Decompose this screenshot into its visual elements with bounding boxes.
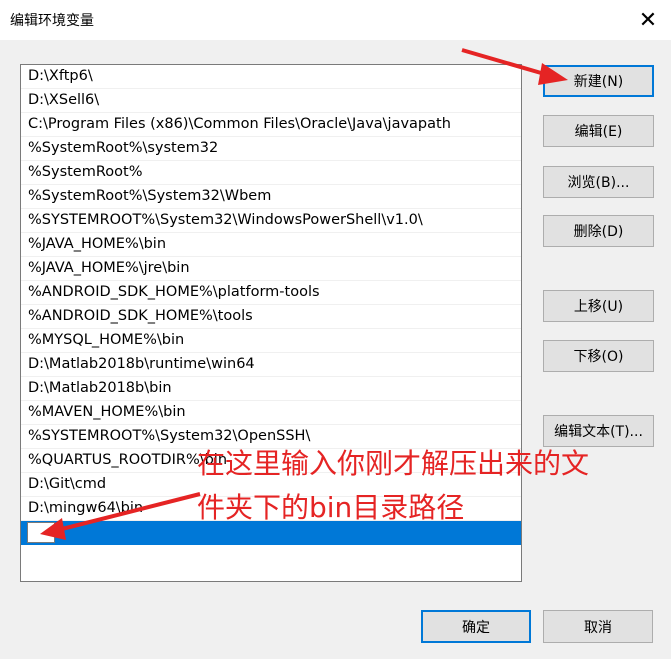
list-item-text: %SYSTEMROOT%\System32\WindowsPowerShell\… — [28, 212, 423, 228]
list-item-text: %SYSTEMROOT%\System32\OpenSSH\ — [28, 428, 311, 444]
list-item[interactable]: D:\Matlab2018b\bin — [21, 377, 521, 401]
list-item[interactable]: D:\Xftp6\ — [21, 65, 521, 89]
list-item-text: D:\Xftp6\ — [28, 68, 93, 84]
list-item[interactable]: D:\Matlab2018b\runtime\win64 — [21, 353, 521, 377]
list-item[interactable]: %JAVA_HOME%\bin — [21, 233, 521, 257]
list-item[interactable]: %JAVA_HOME%\jre\bin — [21, 257, 521, 281]
list-item[interactable]: %SystemRoot%\system32 — [21, 137, 521, 161]
list-item[interactable]: %SYSTEMROOT%\System32\WindowsPowerShell\… — [21, 209, 521, 233]
move-up-button[interactable]: 上移(U) — [543, 290, 654, 322]
list-item-text: D:\Matlab2018b\bin — [28, 380, 172, 396]
list-item-text: %MAVEN_HOME%\bin — [28, 404, 186, 420]
list-item-text: C:\Program Files (x86)\Common Files\Orac… — [28, 116, 451, 132]
list-item[interactable]: %SystemRoot%\System32\Wbem — [21, 185, 521, 209]
list-item-text: D:\Git\cmd — [28, 476, 107, 492]
list-item-text: D:\XSell6\ — [28, 92, 100, 108]
edit-text-button[interactable]: 编辑文本(T)... — [543, 415, 654, 447]
list-item-text: %JAVA_HOME%\jre\bin — [28, 260, 190, 276]
list-item-text: %JAVA_HOME%\bin — [28, 236, 167, 252]
move-down-button[interactable]: 下移(O) — [543, 340, 654, 372]
list-item-text: %ANDROID_SDK_HOME%\platform-tools — [28, 284, 320, 300]
list-item-text: D:\mingw64\bin — [28, 500, 144, 516]
new-button[interactable]: 新建(N) — [543, 65, 654, 97]
list-item-text: %MYSQL_HOME%\bin — [28, 332, 185, 348]
list-item[interactable]: %MYSQL_HOME%\bin — [21, 329, 521, 353]
window-title: 编辑环境变量 — [10, 13, 94, 29]
list-item-text: %ANDROID_SDK_HOME%\tools — [28, 308, 253, 324]
close-button[interactable]: ✕ — [625, 0, 671, 40]
list-item[interactable]: %ANDROID_SDK_HOME%\tools — [21, 305, 521, 329]
list-item-text: %SystemRoot%\system32 — [28, 140, 219, 156]
annotation-line-1: 在这里输入你刚才解压出来的文 — [197, 447, 590, 480]
title-bar: 编辑环境变量 ✕ — [0, 0, 671, 40]
close-icon: ✕ — [638, 7, 658, 33]
list-item[interactable]: %MAVEN_HOME%\bin — [21, 401, 521, 425]
list-item-text: %SystemRoot% — [28, 164, 143, 180]
list-item-text: %SystemRoot%\System32\Wbem — [28, 188, 272, 204]
ok-button[interactable]: 确定 — [421, 610, 531, 643]
edit-button[interactable]: 编辑(E) — [543, 115, 654, 147]
list-item[interactable]: D:\XSell6\ — [21, 89, 521, 113]
delete-button[interactable]: 删除(D) — [543, 215, 654, 247]
list-item-text: D:\Matlab2018b\runtime\win64 — [28, 356, 255, 372]
new-path-input[interactable] — [27, 522, 55, 543]
list-item[interactable]: C:\Program Files (x86)\Common Files\Orac… — [21, 113, 521, 137]
annotation-line-2: 件夹下的bin目录路径 — [197, 491, 465, 524]
cancel-button[interactable]: 取消 — [543, 610, 653, 643]
browse-button[interactable]: 浏览(B)... — [543, 166, 654, 198]
list-item[interactable]: %SystemRoot% — [21, 161, 521, 185]
list-item[interactable]: %ANDROID_SDK_HOME%\platform-tools — [21, 281, 521, 305]
